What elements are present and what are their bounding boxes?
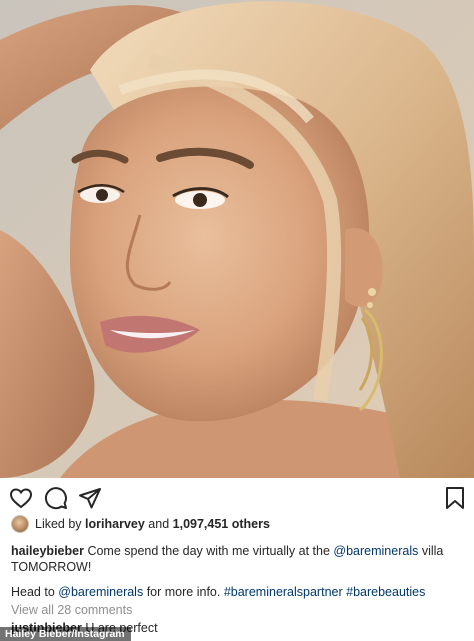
caption-line-2: Head to @bareminerals for more info. #ba… xyxy=(11,584,466,600)
caption-username[interactable]: haileybieber xyxy=(11,544,84,558)
photo-credit: Hailey Bieber/Instagram xyxy=(0,627,131,641)
comment-icon[interactable] xyxy=(44,486,68,510)
caption-mention-1[interactable]: @bareminerals xyxy=(333,544,418,558)
bookmark-icon[interactable] xyxy=(443,486,467,510)
liker-username[interactable]: loriharvey xyxy=(85,517,145,531)
post-photo[interactable] xyxy=(0,0,474,478)
caption-mention-2[interactable]: @bareminerals xyxy=(58,585,143,599)
caption-line2-prefix: Head to xyxy=(11,585,55,599)
likes-middle: and xyxy=(148,517,170,531)
caption-hashtag-1[interactable]: #baremineralspartner xyxy=(224,585,343,599)
likes-count[interactable]: 1,097,451 others xyxy=(173,517,270,531)
caption-text-1: Come spend the day with me virtually at … xyxy=(87,544,330,558)
post-caption: haileybieber Come spend the day with me … xyxy=(11,543,466,575)
likes-line: Liked by loriharvey and 1,097,451 others xyxy=(11,514,270,534)
liker-avatar[interactable] xyxy=(11,515,29,533)
view-all-comments-link[interactable]: View all 28 comments xyxy=(11,603,132,617)
caption-line2-mid: for more info. xyxy=(146,585,221,599)
caption-hashtag-2[interactable]: #barebeauties xyxy=(346,585,425,599)
post-actions-bar xyxy=(0,478,474,516)
likes-prefix: Liked by xyxy=(35,517,82,531)
portrait-illustration xyxy=(0,0,474,478)
heart-icon[interactable] xyxy=(9,486,33,510)
share-icon[interactable] xyxy=(78,486,102,510)
